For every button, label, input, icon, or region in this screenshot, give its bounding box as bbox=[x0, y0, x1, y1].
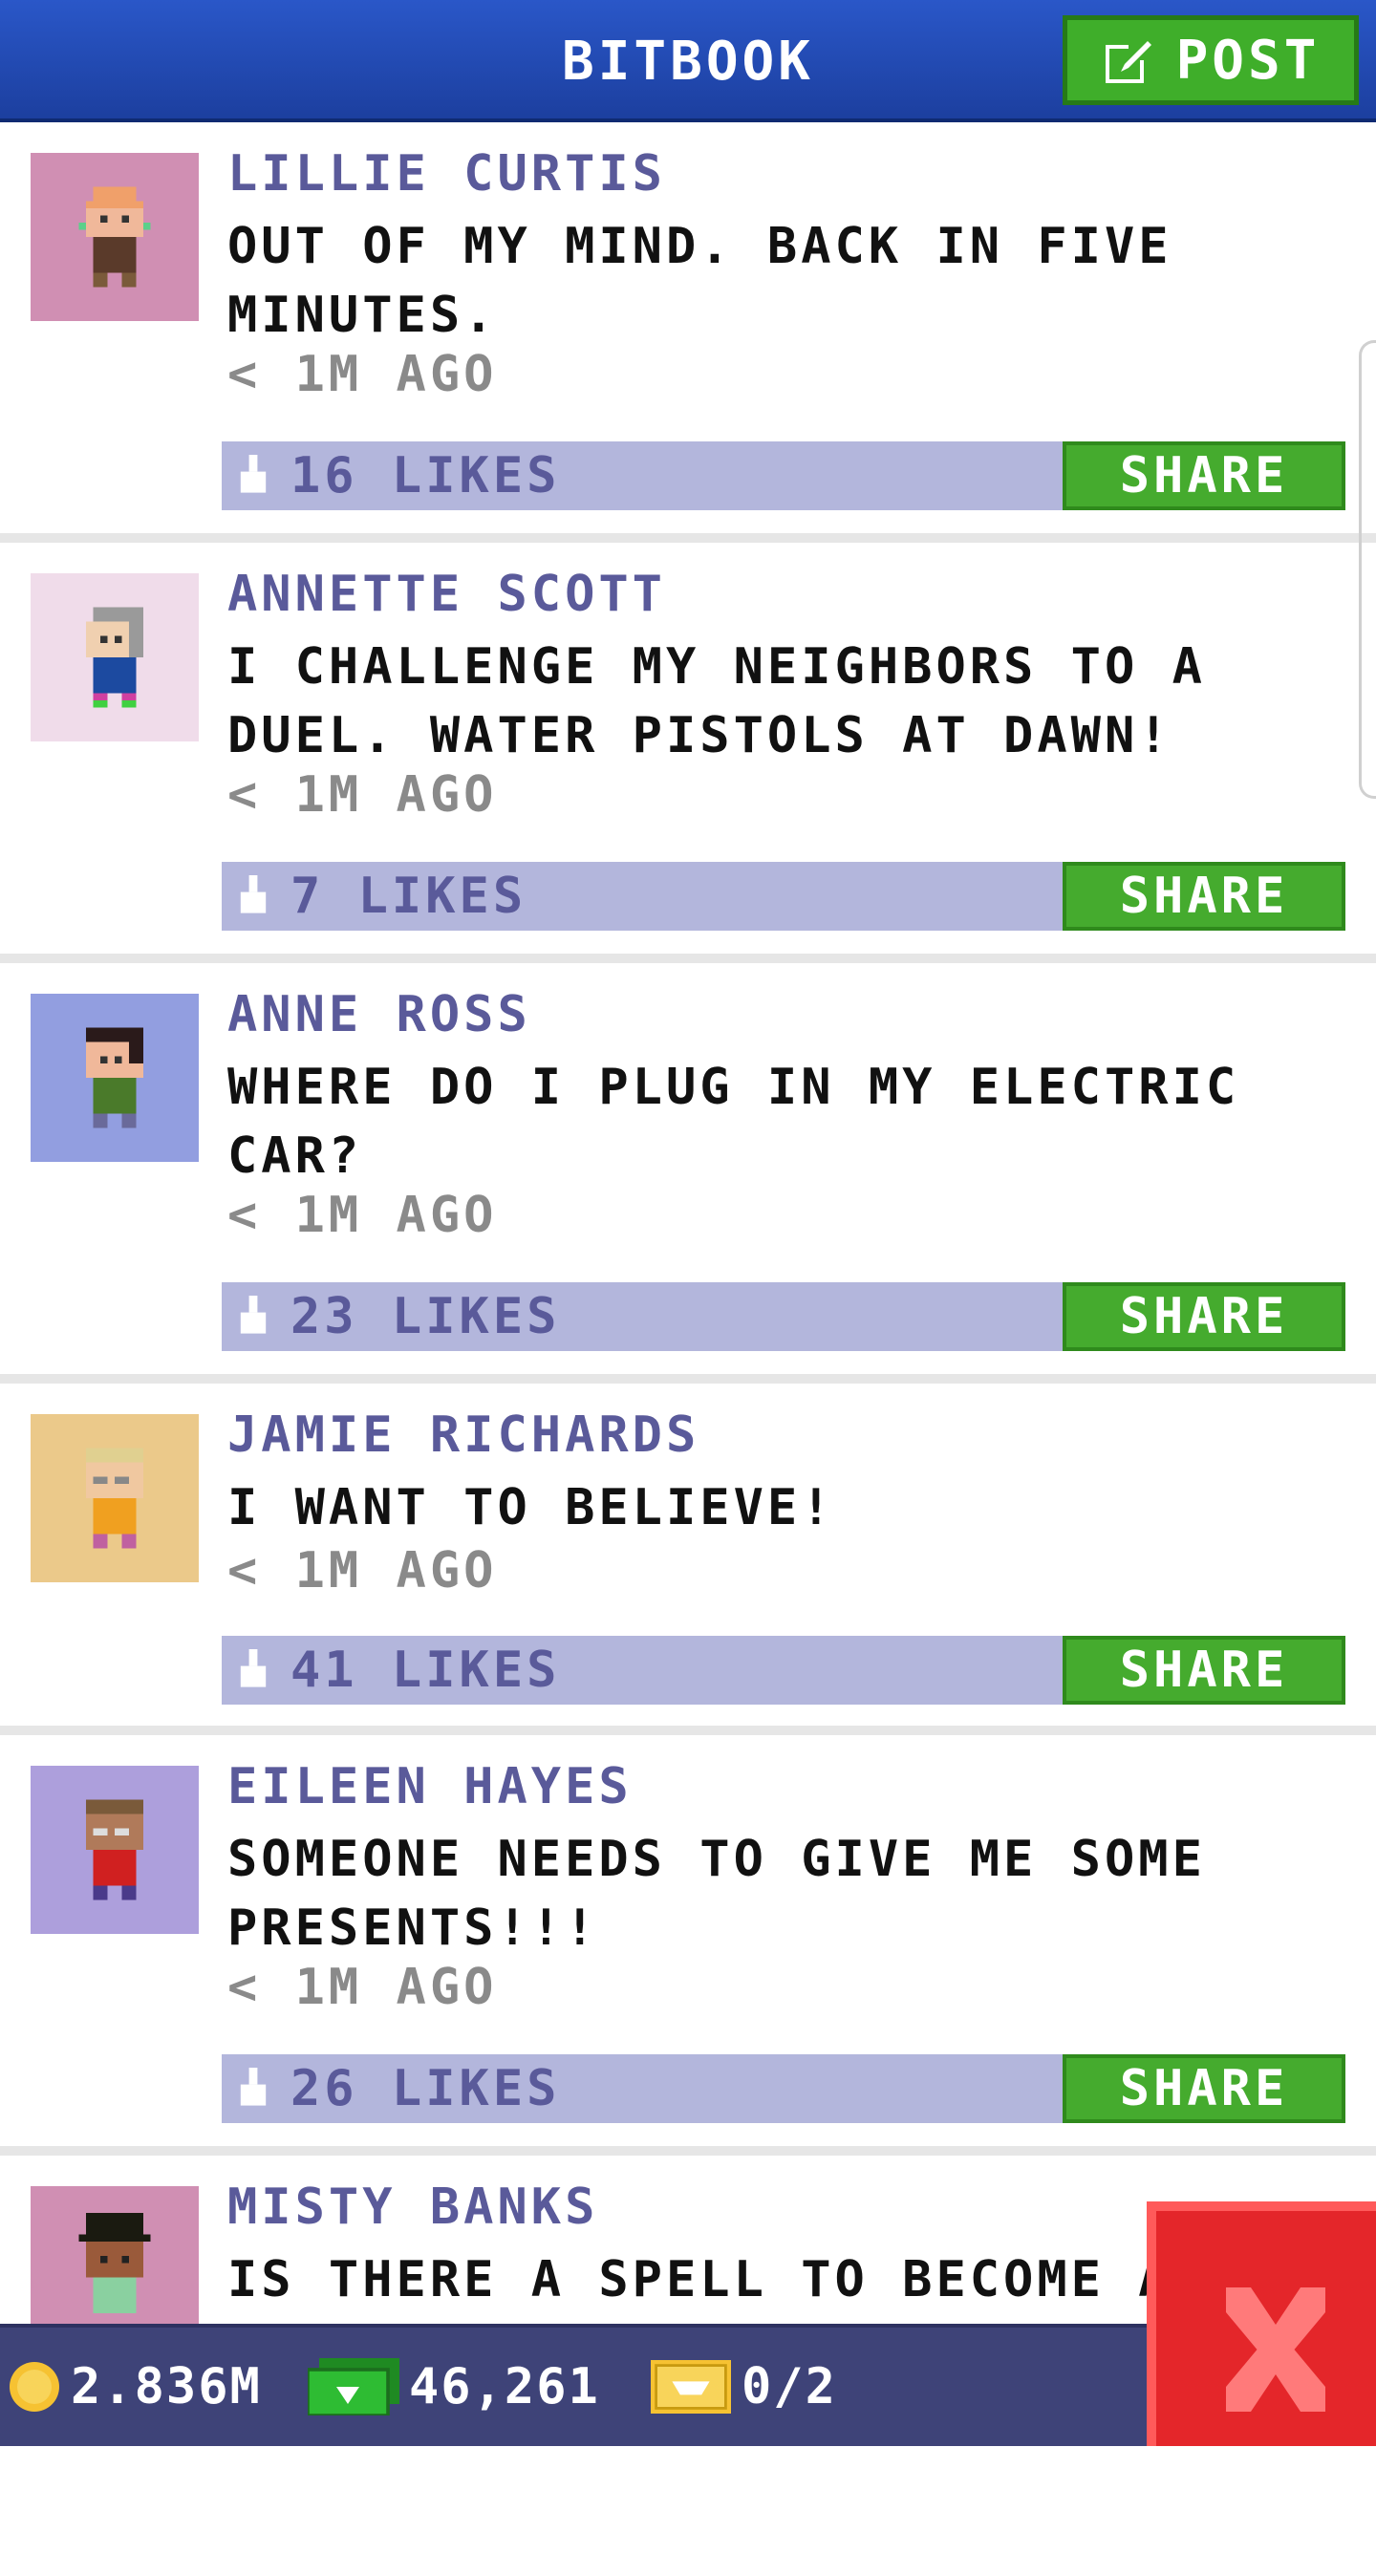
coin-icon bbox=[10, 2362, 59, 2412]
post-message: WHERE DO I PLUG IN MY ELECTRIC CAR? bbox=[227, 1059, 1240, 1185]
bux-value: 46,261 bbox=[409, 2358, 600, 2415]
avatar[interactable] bbox=[31, 1766, 199, 1934]
share-button[interactable]: SHARE bbox=[1063, 2054, 1345, 2123]
post-message: IS THERE A SPELL TO BECOME A bbox=[227, 2251, 1172, 2308]
post-timestamp: < 1M AGO bbox=[227, 1187, 498, 1244]
like-count: 26 LIKES bbox=[290, 2060, 561, 2117]
thumbs-up-icon bbox=[240, 1649, 267, 1687]
like-count: 7 LIKES bbox=[290, 868, 527, 925]
avatar[interactable] bbox=[31, 573, 199, 741]
app-header: BITBOOK POST bbox=[0, 0, 1376, 122]
scroll-edge-indicator[interactable] bbox=[1359, 340, 1376, 799]
like-count: 23 LIKES bbox=[290, 1288, 561, 1345]
close-icon bbox=[1226, 2287, 1325, 2412]
share-button[interactable]: SHARE bbox=[1063, 1282, 1345, 1351]
tickets-value: 0/2 bbox=[742, 2358, 837, 2415]
compose-icon bbox=[1105, 41, 1151, 83]
feed-post: LILLIE CURTIS OUT OF MY MIND. BACK IN FI… bbox=[0, 122, 1376, 543]
coins-value: 2.836M bbox=[71, 2358, 262, 2415]
feed-post: EILEEN HAYES SOMEONE NEEDS TO GIVE ME SO… bbox=[0, 1735, 1376, 2156]
post-timestamp: < 1M AGO bbox=[227, 346, 498, 403]
avatar-figure bbox=[78, 2213, 151, 2313]
avatar[interactable] bbox=[31, 994, 199, 1162]
share-button[interactable]: SHARE bbox=[1063, 1636, 1345, 1705]
feed-post: ANNE ROSS WHERE DO I PLUG IN MY ELECTRIC… bbox=[0, 963, 1376, 1384]
thumbs-up-icon bbox=[240, 2068, 267, 2106]
avatar-figure bbox=[86, 1799, 143, 1900]
thumbs-up-icon bbox=[240, 455, 267, 493]
bux-icon bbox=[308, 2358, 399, 2415]
tickets-display: 0/2 bbox=[650, 2328, 837, 2446]
avatar[interactable] bbox=[31, 153, 199, 321]
post-timestamp: < 1M AGO bbox=[227, 1542, 498, 1599]
avatar-figure bbox=[86, 1027, 143, 1128]
avatar-figure bbox=[86, 607, 143, 708]
post-timestamp: < 1M AGO bbox=[227, 1959, 498, 2016]
avatar-figure bbox=[86, 1448, 143, 1549]
post-message: OUT OF MY MIND. BACK IN FIVE MINUTES. bbox=[227, 218, 1172, 344]
post-message: SOMEONE NEEDS TO GIVE ME SOME PRESENTS!!… bbox=[227, 1831, 1206, 1957]
share-button[interactable]: SHARE bbox=[1063, 862, 1345, 931]
thumbs-up-icon bbox=[240, 875, 267, 913]
close-button[interactable] bbox=[1147, 2201, 1376, 2446]
post-author: MISTY BANKS bbox=[227, 2179, 599, 2236]
post-message: I CHALLENGE MY NEIGHBORS TO A DUEL. WATE… bbox=[227, 638, 1206, 764]
bux-display: 46,261 bbox=[308, 2328, 600, 2446]
thumbs-up-icon bbox=[240, 1296, 267, 1334]
like-button[interactable]: 23 LIKES SHARE bbox=[222, 1282, 1345, 1351]
post-message: I WANT TO BELIEVE! bbox=[227, 1479, 835, 1536]
avatar-figure bbox=[78, 186, 151, 288]
avatar[interactable] bbox=[31, 1414, 199, 1582]
like-count: 41 LIKES bbox=[290, 1642, 561, 1699]
post-author: LILLIE CURTIS bbox=[227, 145, 666, 203]
post-author: ANNETTE SCOTT bbox=[227, 566, 666, 623]
ticket-icon bbox=[651, 2360, 731, 2414]
post-button-label: POST bbox=[1175, 29, 1321, 92]
like-button[interactable]: 16 LIKES SHARE bbox=[222, 441, 1345, 510]
like-count: 16 LIKES bbox=[290, 447, 561, 504]
share-button[interactable]: SHARE bbox=[1063, 441, 1345, 510]
post-button[interactable]: POST bbox=[1063, 15, 1359, 105]
like-button[interactable]: 26 LIKES SHARE bbox=[222, 2054, 1345, 2123]
feed-post: ANNETTE SCOTT I CHALLENGE MY NEIGHBORS T… bbox=[0, 543, 1376, 963]
post-author: JAMIE RICHARDS bbox=[227, 1406, 700, 1464]
like-button[interactable]: 7 LIKES SHARE bbox=[222, 862, 1345, 931]
like-button[interactable]: 41 LIKES SHARE bbox=[222, 1636, 1345, 1705]
coins-display: 2.836M bbox=[8, 2328, 262, 2446]
post-author: ANNE ROSS bbox=[227, 986, 531, 1043]
status-bar: 2.836M 46,261 0/2 bbox=[0, 2324, 1147, 2446]
post-author: EILEEN HAYES bbox=[227, 1758, 633, 1815]
post-timestamp: < 1M AGO bbox=[227, 766, 498, 824]
feed-post: JAMIE RICHARDS I WANT TO BELIEVE! < 1M A… bbox=[0, 1384, 1376, 1735]
